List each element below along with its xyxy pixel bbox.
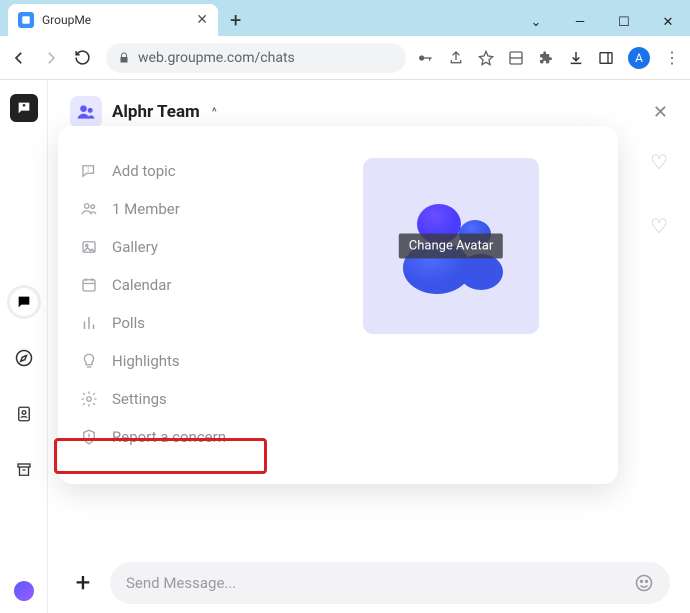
group-avatar-icon: [70, 96, 102, 128]
address-actions: A ⋮: [416, 47, 680, 69]
back-icon[interactable]: [10, 49, 32, 67]
gear-icon: [80, 390, 100, 408]
menu-item-label: Add topic: [112, 162, 176, 180]
menu-polls[interactable]: Polls: [68, 306, 290, 340]
menu-item-label: 1 Member: [112, 200, 180, 218]
menu-item-label: Calendar: [112, 276, 172, 294]
message-composer: + Send Message...: [48, 553, 690, 613]
menu-item-label: Settings: [112, 390, 167, 408]
group-avatar-preview[interactable]: Change Avatar: [363, 158, 539, 334]
change-avatar-label[interactable]: Change Avatar: [399, 234, 503, 259]
menu-members[interactable]: 1 Member: [68, 192, 290, 226]
highlights-icon: [80, 352, 100, 370]
groupme-logo-icon[interactable]: [10, 94, 38, 122]
url-field[interactable]: web.groupme.com/chats: [106, 43, 406, 73]
group-menu-list: Add topic 1 Member Gallery Calendar Poll…: [66, 154, 292, 454]
members-icon: [80, 200, 100, 218]
emoji-icon[interactable]: [634, 573, 654, 593]
window-maximize-icon[interactable]: ☐: [602, 8, 646, 36]
menu-item-label: Highlights: [112, 352, 180, 370]
message-placeholder: Send Message...: [126, 574, 236, 592]
user-avatar[interactable]: [14, 581, 34, 601]
polls-icon: [80, 314, 100, 332]
archive-nav-icon[interactable]: [10, 456, 38, 484]
menu-calendar[interactable]: Calendar: [68, 268, 290, 302]
download-icon[interactable]: [568, 50, 584, 66]
menu-item-label: Polls: [112, 314, 145, 332]
chevron-up-icon[interactable]: ^: [210, 105, 217, 119]
menu-report[interactable]: Report a concern: [68, 420, 290, 454]
discover-nav-icon[interactable]: [10, 344, 38, 372]
avatar-preview-area: Change Avatar: [292, 154, 610, 454]
panel-icon[interactable]: [598, 50, 614, 66]
menu-item-label: Report a concern: [112, 428, 226, 446]
menu-item-label: Gallery: [112, 238, 158, 256]
translate-icon[interactable]: [508, 50, 524, 66]
kebab-menu-icon[interactable]: ⋮: [664, 48, 680, 67]
new-tab-button[interactable]: +: [218, 4, 253, 36]
url-text: web.groupme.com/chats: [138, 50, 295, 66]
left-rail: [0, 80, 48, 613]
shield-icon: [80, 428, 100, 446]
reactions-column: ♡ ♡: [650, 150, 668, 238]
tab-title: GroupMe: [42, 13, 188, 27]
window-minimize-icon[interactable]: —: [558, 8, 602, 36]
calendar-icon: [80, 276, 100, 294]
profile-avatar[interactable]: A: [628, 47, 650, 69]
heart-icon[interactable]: ♡: [650, 214, 668, 238]
group-menu-panel: Add topic 1 Member Gallery Calendar Poll…: [58, 126, 618, 484]
tab-strip: GroupMe ✕ +: [0, 0, 253, 36]
main-area: Alphr Team ^ ✕ ♡ ♡ Add topic 1 Member: [48, 80, 690, 613]
groupme-favicon: [18, 12, 34, 28]
topic-icon: [80, 162, 100, 180]
app-body: Alphr Team ^ ✕ ♡ ♡ Add topic 1 Member: [0, 80, 690, 613]
key-icon[interactable]: [416, 50, 434, 66]
chats-nav-icon[interactable]: [10, 288, 38, 316]
heart-icon[interactable]: ♡: [650, 150, 668, 174]
message-input[interactable]: Send Message...: [110, 562, 670, 604]
browser-tab[interactable]: GroupMe ✕: [8, 4, 218, 36]
lock-icon: [118, 52, 130, 64]
menu-highlights[interactable]: Highlights: [68, 344, 290, 378]
contacts-nav-icon[interactable]: [10, 400, 38, 428]
menu-add-topic[interactable]: Add topic: [68, 154, 290, 188]
menu-settings[interactable]: Settings: [68, 382, 290, 416]
share-icon[interactable]: [448, 50, 464, 66]
tab-close-icon[interactable]: ✕: [196, 13, 208, 27]
window-titlebar: GroupMe ✕ + ⌄ — ☐ ✕: [0, 0, 690, 36]
gallery-icon: [80, 238, 100, 256]
forward-icon: [42, 49, 64, 67]
close-icon[interactable]: ✕: [653, 102, 668, 123]
window-close-icon[interactable]: ✕: [646, 8, 690, 36]
menu-gallery[interactable]: Gallery: [68, 230, 290, 264]
attach-plus-icon[interactable]: +: [68, 568, 98, 598]
star-icon[interactable]: [478, 50, 494, 66]
address-bar: web.groupme.com/chats A ⋮: [0, 36, 690, 80]
window-controls: ⌄ — ☐ ✕: [514, 8, 690, 36]
chat-title: Alphr Team: [112, 102, 200, 122]
extensions-icon[interactable]: [538, 50, 554, 66]
reload-icon[interactable]: [74, 49, 96, 66]
window-dropdown-icon[interactable]: ⌄: [514, 8, 558, 36]
